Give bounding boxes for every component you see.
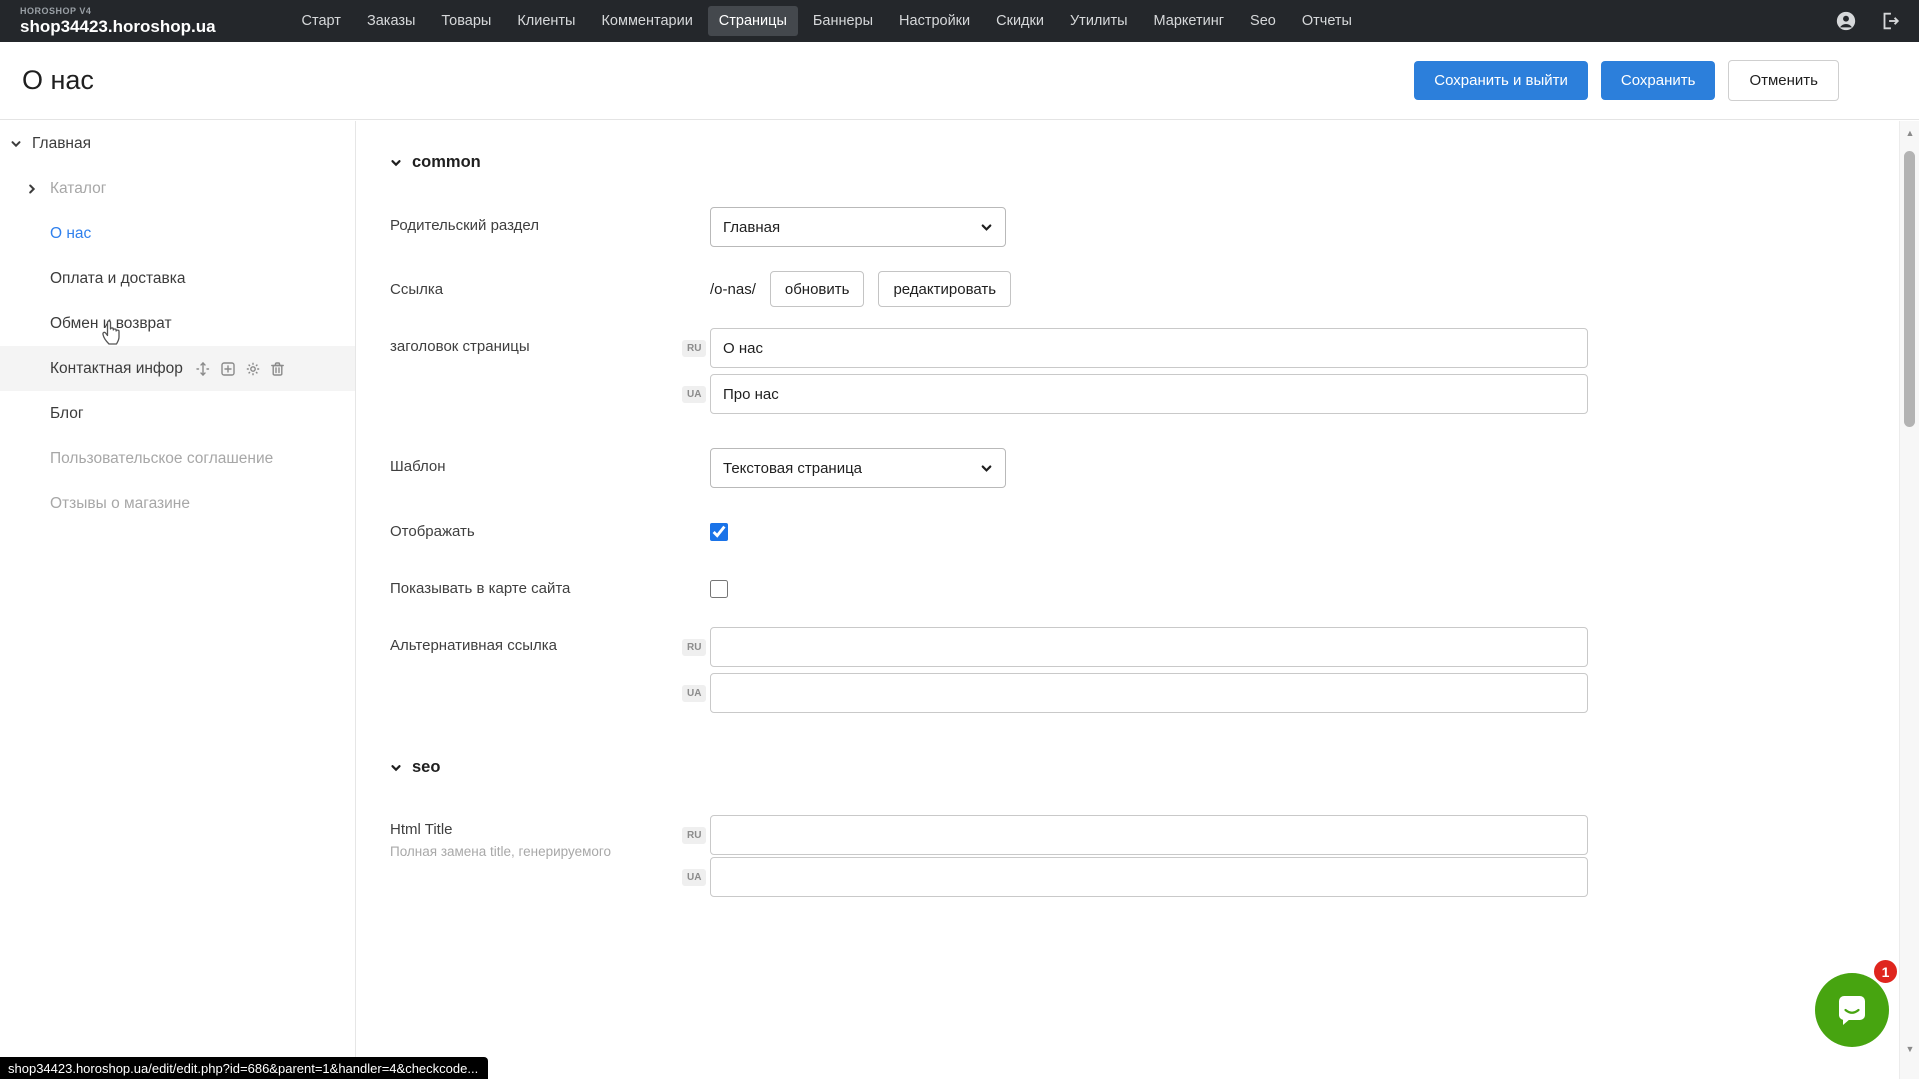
section-common-toggle[interactable]: common <box>390 153 481 172</box>
nav-item-clients[interactable]: Клиенты <box>506 6 586 36</box>
nav-item-comments[interactable]: Комментарии <box>590 6 703 36</box>
link-label: Ссылка <box>390 271 710 307</box>
tree-item-label: О нас <box>50 225 91 243</box>
tree-item-store-reviews[interactable]: Отзывы о магазине <box>0 481 355 526</box>
lang-tag-ua: UA <box>682 869 706 886</box>
nav-item-settings[interactable]: Настройки <box>888 6 981 36</box>
tree-item-label: Обмен и возврат <box>50 315 172 333</box>
alt-link-ua-input[interactable] <box>710 673 1588 713</box>
nav-item-pages[interactable]: Страницы <box>708 6 798 36</box>
chevron-down-icon <box>390 762 402 774</box>
link-path-value: /o-nas/ <box>710 271 756 307</box>
html-title-ua-input[interactable] <box>710 857 1588 897</box>
tree-item-label: Блог <box>50 405 84 423</box>
link-edit-button[interactable]: редактировать <box>878 271 1011 307</box>
parent-section-label: Родительский раздел <box>390 207 710 247</box>
section-seo-toggle[interactable]: seo <box>390 758 440 777</box>
cancel-button[interactable]: Отменить <box>1728 60 1839 101</box>
chat-bubble-icon <box>1833 991 1871 1029</box>
tree-item-user-agreement[interactable]: Пользовательское соглашение <box>0 436 355 481</box>
status-url-tooltip: shop34423.horoshop.ua/edit/edit.php?id=6… <box>0 1057 488 1079</box>
top-navigation-bar: HOROSHOP V4 shop34423.horoshop.ua Старт … <box>0 0 1919 42</box>
section-common-title: common <box>412 153 481 172</box>
chevron-down-icon <box>980 462 993 475</box>
page-title-ua-input[interactable] <box>710 374 1588 414</box>
tree-item-label: Главная <box>32 135 91 153</box>
display-checkbox[interactable] <box>710 523 728 541</box>
nav-item-banners[interactable]: Баннеры <box>802 6 884 36</box>
add-subpage-icon[interactable] <box>220 361 236 377</box>
save-button[interactable]: Сохранить <box>1601 61 1716 100</box>
chevron-down-icon <box>980 221 993 234</box>
app-logo[interactable]: HOROSHOP V4 shop34423.horoshop.ua <box>20 7 216 35</box>
page-title: О нас <box>22 65 94 96</box>
tree-item-label: Пользовательское соглашение <box>50 450 273 468</box>
scroll-up-arrow[interactable]: ▲ <box>1900 123 1919 143</box>
tree-item-label: Каталог <box>50 180 106 198</box>
nav-item-orders[interactable]: Заказы <box>356 6 426 36</box>
chevron-down-icon <box>390 157 402 169</box>
user-account-icon[interactable] <box>1835 10 1857 32</box>
move-item-icon[interactable] <box>195 361 211 377</box>
nav-item-reports[interactable]: Отчеты <box>1291 6 1363 36</box>
page-header: О нас Сохранить и выйти Сохранить Отмени… <box>0 42 1919 120</box>
main-menu: Старт Заказы Товары Клиенты Комментарии … <box>291 6 1363 36</box>
vertical-scrollbar[interactable]: ▲ ▼ <box>1899 121 1919 1079</box>
link-refresh-button[interactable]: обновить <box>770 271 865 307</box>
tree-item-exchange-return[interactable]: Обмен и возврат <box>0 301 355 346</box>
tree-item-label: Оплата и доставка <box>50 270 186 288</box>
tree-item-payment-delivery[interactable]: Оплата и доставка <box>0 256 355 301</box>
sitemap-label: Показывать в карте сайта <box>390 570 710 598</box>
chevron-down-icon[interactable] <box>10 138 32 150</box>
sitemap-checkbox[interactable] <box>710 580 728 598</box>
nav-item-products[interactable]: Товары <box>430 6 502 36</box>
sidebar-divider <box>355 121 356 1079</box>
save-and-exit-button[interactable]: Сохранить и выйти <box>1414 61 1588 100</box>
chat-unread-badge: 1 <box>1872 958 1899 985</box>
lang-tag-ua: UA <box>682 386 706 403</box>
template-select[interactable]: Текстовая страница <box>710 448 1006 488</box>
alt-link-ru-input[interactable] <box>710 627 1588 667</box>
nav-item-marketing[interactable]: Маркетинг <box>1143 6 1236 36</box>
nav-item-seo[interactable]: Seo <box>1239 6 1287 36</box>
tree-item-label: Контактная инфор <box>50 360 183 378</box>
template-label: Шаблон <box>390 448 710 488</box>
nav-item-utilities[interactable]: Утилиты <box>1059 6 1139 36</box>
nav-item-discounts[interactable]: Скидки <box>985 6 1055 36</box>
chevron-right-icon[interactable] <box>26 183 48 195</box>
delete-trash-icon[interactable] <box>270 361 285 377</box>
parent-section-select[interactable]: Главная <box>710 207 1006 247</box>
page-title-ru-input[interactable] <box>710 328 1588 368</box>
scrollbar-thumb[interactable] <box>1904 151 1915 427</box>
html-title-label: Html Title Полная замена title, генериру… <box>390 811 710 859</box>
tree-item-home[interactable]: Главная <box>0 121 355 166</box>
parent-section-value: Главная <box>723 219 780 236</box>
scroll-down-arrow[interactable]: ▼ <box>1900 1039 1919 1059</box>
section-seo-title: seo <box>412 758 440 777</box>
lang-tag-ru: RU <box>682 639 706 656</box>
template-value: Текстовая страница <box>723 460 862 477</box>
display-label: Отображать <box>390 513 710 541</box>
lang-tag-ru: RU <box>682 340 706 357</box>
logo-version-label: HOROSHOP V4 <box>20 7 216 16</box>
settings-gear-icon[interactable] <box>245 361 261 377</box>
tree-item-blog[interactable]: Блог <box>0 391 355 436</box>
lang-tag-ru: RU <box>682 827 706 844</box>
alt-link-label: Альтернативная ссылка <box>390 627 710 667</box>
logout-icon[interactable] <box>1879 10 1901 32</box>
logo-domain-label: shop34423.horoshop.ua <box>20 18 216 35</box>
chat-widget-button[interactable] <box>1815 973 1889 1047</box>
nav-item-start[interactable]: Старт <box>291 6 352 36</box>
page-title-label: заголовок страницы <box>390 328 710 368</box>
lang-tag-ua: UA <box>682 685 706 702</box>
tree-item-label: Отзывы о магазине <box>50 495 190 513</box>
tree-item-contact-info[interactable]: Контактная инфор <box>0 346 355 391</box>
html-title-ru-input[interactable] <box>710 815 1588 855</box>
tree-item-catalog[interactable]: Каталог <box>0 166 355 211</box>
tree-item-about[interactable]: О нас <box>0 211 355 256</box>
pages-tree: Главная Каталог О нас Оплата и доставка … <box>0 121 355 526</box>
